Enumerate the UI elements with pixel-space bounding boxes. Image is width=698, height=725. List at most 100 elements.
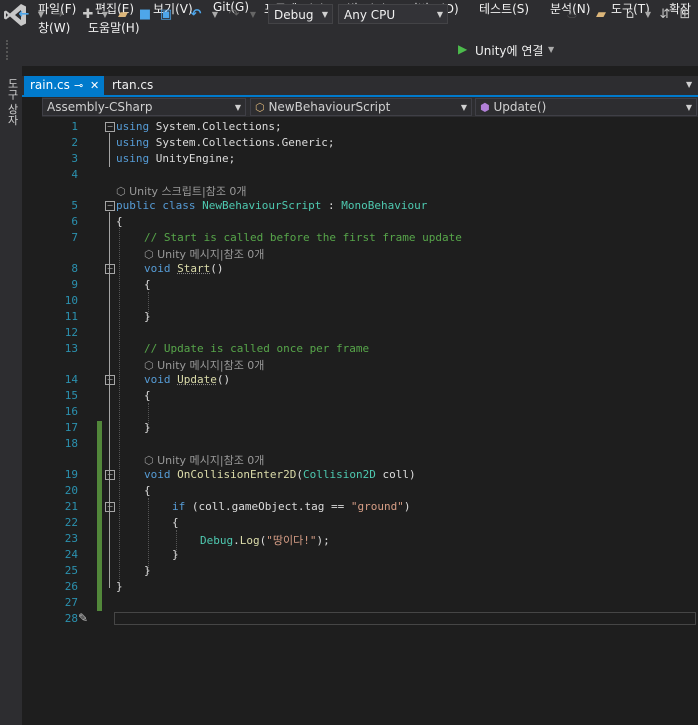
code-line-3: using UnityEngine; [116, 152, 236, 165]
undo-icon[interactable]: ↶ [188, 7, 204, 23]
codelens-collision[interactable]: ⬡ Unity 메시지|참조 0개 [144, 452, 264, 468]
codelens-class[interactable]: ⬡ Unity 스크립트|참조 0개 [116, 183, 247, 199]
collapse-icon[interactable]: − [105, 122, 115, 132]
line-number: 27 [64, 596, 78, 609]
side-tool-strip [0, 66, 22, 725]
chevron-down-icon: ▼ [234, 103, 241, 112]
indent-guide [119, 228, 121, 583]
forward-icon[interactable]: → [50, 7, 66, 23]
line-number: 7 [71, 231, 78, 244]
line-number: 28 [64, 612, 78, 625]
line-number: 13 [64, 342, 78, 355]
line-number: 3 [71, 152, 78, 165]
class-dropdown[interactable]: ⬡ NewBehaviourScript ▼ [250, 98, 472, 116]
tab-rain-cs[interactable]: rain.cs ⊸ ✕ [24, 76, 104, 95]
line-number: 5 [71, 199, 78, 212]
toggle-view-icon[interactable]: ⇵ [657, 7, 673, 23]
line-number: 15 [64, 389, 78, 402]
line-number: 25 [64, 564, 78, 577]
change-marker [97, 421, 102, 611]
code-line-15: { [144, 389, 151, 402]
code-line-25: } [144, 564, 151, 577]
line-number: 9 [71, 278, 78, 291]
save-all-icon[interactable]: ▣ [158, 7, 174, 23]
toolbox-tab[interactable]: 도구 상자 [2, 78, 20, 126]
line-number: 12 [64, 326, 78, 339]
indent-guide [148, 498, 150, 574]
line-number: 8 [71, 262, 78, 275]
code-line-26: } [116, 580, 123, 593]
chevron-down-icon: ▼ [548, 45, 555, 54]
platform-value: Any CPU [344, 8, 396, 22]
line-number: 21 [64, 500, 78, 513]
class-icon: ⬡ [255, 101, 265, 114]
tab-label: rain.cs [30, 78, 70, 92]
member-name: Update() [493, 100, 547, 114]
attach-unity-button[interactable]: ▶ Unity에 연결 ▼ [456, 40, 561, 60]
code-line-11: } [144, 310, 151, 323]
codelens-update[interactable]: ⬡ Unity 메시지|참조 0개 [144, 357, 264, 373]
method-icon: ⬢ [480, 101, 490, 114]
line-number: 17 [64, 421, 78, 434]
line-number: 22 [64, 516, 78, 529]
line-number: 20 [64, 484, 78, 497]
chevron-down-icon[interactable]: ▼ [97, 7, 113, 23]
line-number: 4 [71, 168, 78, 181]
code-line-21: if (coll.gameObject.tag == "ground") [172, 500, 411, 513]
line-number: 1 [71, 120, 78, 133]
code-line-20: { [144, 484, 151, 497]
code-line-7: // Start is called before the first fram… [144, 231, 462, 244]
home-icon[interactable]: ⌂ [622, 7, 638, 23]
unity-icon: ⬡ [144, 248, 158, 261]
line-number: 11 [64, 310, 78, 323]
attach-unity-label: Unity에 연결 [475, 44, 544, 58]
code-line-14: void Update() [144, 373, 231, 386]
chevron-down-icon: ▼ [436, 10, 443, 19]
line-number: 18 [64, 437, 78, 450]
fold-guide [109, 133, 111, 167]
code-line-1: using System.Collections; [116, 120, 282, 133]
tab-overflow-icon[interactable]: ▼ [686, 80, 692, 89]
save-icon[interactable]: ■ [137, 7, 153, 23]
filter-icon[interactable]: ⊞ [677, 7, 693, 23]
code-line-5: public class NewBehaviourScript : MonoBe… [116, 199, 428, 212]
code-line-17: } [144, 421, 151, 434]
chevron-down-icon: ▼ [321, 10, 328, 19]
fold-guide [109, 212, 111, 588]
code-line-19: void OnCollisionEnter2D(Collision2D coll… [144, 468, 416, 481]
play-icon: ▶ [458, 42, 468, 56]
line-number: 24 [64, 548, 78, 561]
chevron-down-icon: ▼ [685, 103, 692, 112]
pin-icon[interactable]: ⊸ [74, 76, 83, 95]
quick-actions-pen-icon[interactable]: ✎ [78, 611, 94, 625]
configuration-dropdown[interactable]: Debug ▼ [268, 4, 333, 24]
code-line-2: using System.Collections.Generic; [116, 136, 335, 149]
code-line-22: { [172, 516, 179, 529]
redo-icon[interactable]: ↷ [226, 7, 242, 23]
tab-rtan-cs[interactable]: rtan.cs [106, 76, 166, 95]
chevron-down-icon[interactable]: ▼ [207, 7, 223, 23]
line-number: 14 [64, 373, 78, 386]
open-folder-icon[interactable]: ▰ [115, 7, 131, 23]
codelens-start[interactable]: ⬡ Unity 메시지|참조 0개 [144, 246, 264, 262]
code-line-8: void Start() [144, 262, 224, 275]
new-item-icon[interactable]: ✚ [80, 7, 96, 23]
chevron-down-icon[interactable]: ▼ [245, 7, 261, 23]
back-icon[interactable]: ← [16, 7, 32, 23]
toolbar-grip [6, 40, 11, 60]
hot-reload-icon[interactable]: ♨ [564, 7, 580, 23]
menu-test[interactable]: 테스트(S) [479, 0, 529, 17]
member-dropdown[interactable]: ⬢ Update() ▼ [475, 98, 697, 116]
chevron-down-icon[interactable]: ▼ [33, 7, 49, 23]
code-line-6: { [116, 215, 123, 228]
project-dropdown[interactable]: Assembly-CSharp ▼ [42, 98, 246, 116]
line-number: 10 [64, 294, 78, 307]
line-number: 19 [64, 468, 78, 481]
collapse-icon[interactable]: − [105, 201, 115, 211]
code-line-13: // Update is called once per frame [144, 342, 370, 355]
chevron-down-icon: ▼ [460, 103, 467, 112]
folder-search-icon[interactable]: ▰ [593, 7, 609, 23]
chevron-down-icon[interactable]: ▼ [640, 7, 656, 23]
platform-dropdown[interactable]: Any CPU ▼ [338, 4, 448, 24]
close-icon[interactable]: ✕ [90, 76, 99, 95]
